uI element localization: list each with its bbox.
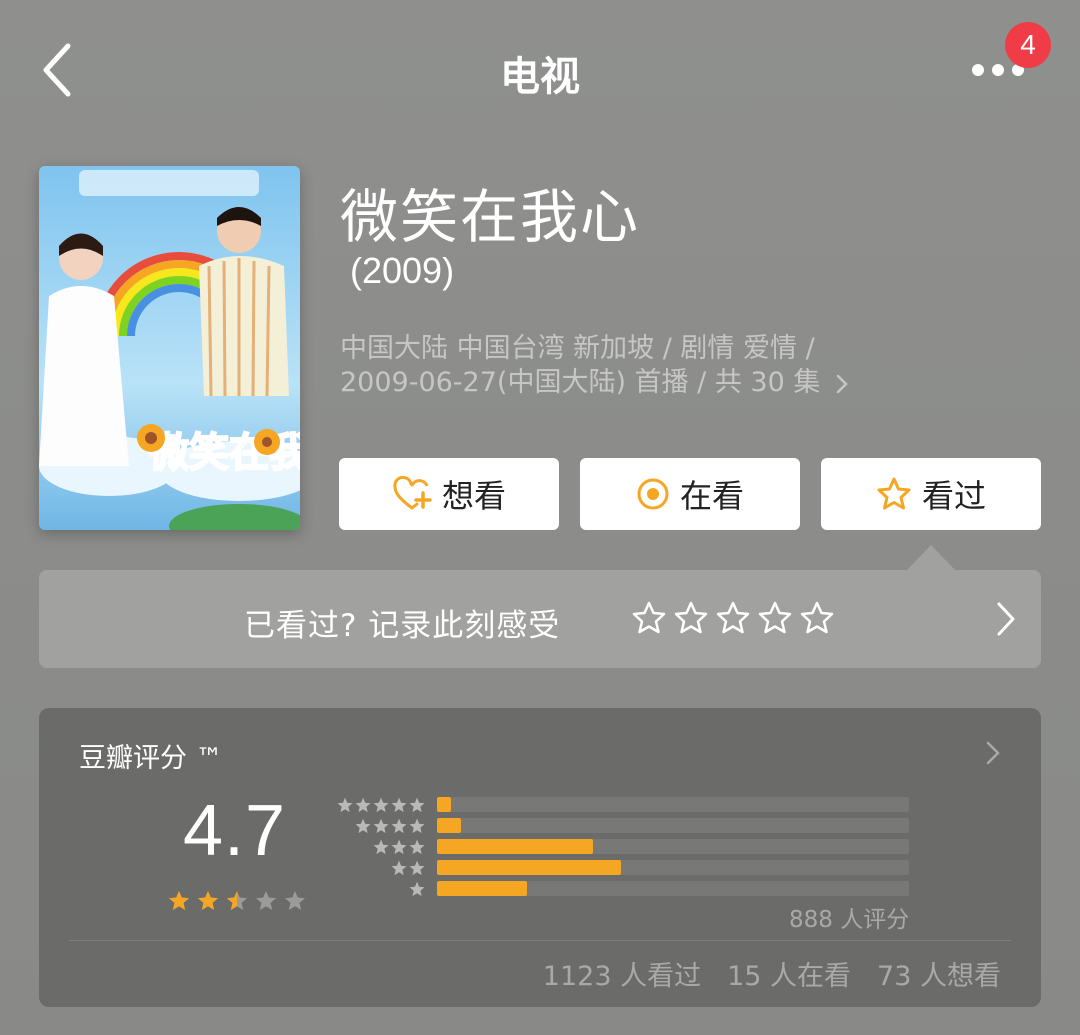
distribution-stars-icon [391, 860, 425, 876]
distribution-row [334, 878, 914, 899]
want-to-watch-label: 想看 [441, 477, 506, 515]
star-outline-icon[interactable] [757, 600, 793, 636]
rating-score: 4.7 [183, 791, 287, 871]
chevron-right-icon [986, 741, 1000, 765]
watching-count[interactable]: 15 人在看 [727, 954, 851, 993]
show-meta-text: 2009-06-27(中国大陆) 首播 / 共 30 集 [340, 367, 821, 398]
more-dot-icon [992, 64, 1004, 76]
record-feeling-label: 已看过? 记录此刻感受 [244, 608, 561, 644]
star-outline-icon[interactable] [715, 600, 751, 636]
distribution-bar-track [437, 818, 909, 833]
watched-button[interactable]: 看过 [821, 458, 1041, 530]
distribution-bar-fill [437, 881, 527, 896]
distribution-bar-track [437, 839, 909, 854]
watched-count[interactable]: 1123 人看过 [543, 954, 701, 993]
distribution-bar-track [437, 881, 909, 896]
distribution-row [334, 857, 914, 878]
target-circle-icon [637, 478, 669, 510]
rating-card[interactable]: 豆瓣评分 ™ 4.7 888 人评分 1123 人看过 15 人在看 73 人想… [39, 708, 1041, 1007]
distribution-bar-fill [437, 860, 622, 875]
viewer-counts: 1123 人看过 15 人在看 73 人想看 [543, 954, 1001, 993]
distribution-bar-track [437, 860, 909, 875]
watching-button[interactable]: 在看 [580, 458, 800, 530]
distribution-bar-track [437, 797, 909, 812]
distribution-bar-fill [437, 797, 452, 812]
star-outline-icon[interactable] [799, 600, 835, 636]
poster-image[interactable]: 微笑在我心 [39, 166, 300, 530]
heart-plus-icon [393, 476, 432, 510]
chevron-right-icon [997, 602, 1015, 636]
raters-count: 888 人评分 [789, 907, 910, 933]
star-outline-icon [877, 477, 911, 510]
star-outline-icon[interactable] [631, 600, 667, 636]
star-half-icon [227, 891, 247, 910]
want-count[interactable]: 73 人想看 [877, 954, 1001, 993]
distribution-stars-icon [409, 881, 425, 897]
distribution-row [334, 794, 914, 815]
star-filled-icon [198, 891, 218, 910]
page-title: 电视 [500, 54, 580, 100]
distribution-row [334, 815, 914, 836]
record-feeling-panel[interactable]: 已看过? 记录此刻感受 [39, 570, 1041, 668]
distribution-row [334, 836, 914, 857]
distribution-stars-icon [373, 839, 425, 855]
watching-label: 在看 [679, 477, 744, 515]
rating-distribution [334, 794, 914, 899]
divider [69, 940, 1011, 941]
star-filled-icon [169, 891, 189, 910]
score-stars [169, 891, 305, 910]
watched-label: 看过 [921, 477, 986, 515]
show-meta-info-line2[interactable]: 2009-06-27(中国大陆) 首播 / 共 30 集 [340, 360, 849, 399]
star-empty-icon [285, 891, 305, 910]
panel-pointer [907, 545, 955, 570]
distribution-stars-icon [337, 797, 425, 813]
star-outline-icon[interactable] [673, 600, 709, 636]
distribution-stars-icon [355, 818, 425, 834]
rating-title: 豆瓣评分 ™ [79, 743, 223, 774]
distribution-bar-fill [437, 818, 461, 833]
star-empty-icon [256, 891, 276, 910]
want-to-watch-button[interactable]: 想看 [339, 458, 559, 530]
rate-stars[interactable] [631, 600, 835, 636]
notification-badge: 4 [1005, 22, 1051, 68]
more-dot-icon [972, 64, 984, 76]
show-year: (2009) [350, 250, 455, 291]
distribution-bar-fill [437, 839, 593, 854]
chevron-right-icon [836, 374, 848, 393]
show-title: 微笑在我心 [340, 183, 641, 251]
